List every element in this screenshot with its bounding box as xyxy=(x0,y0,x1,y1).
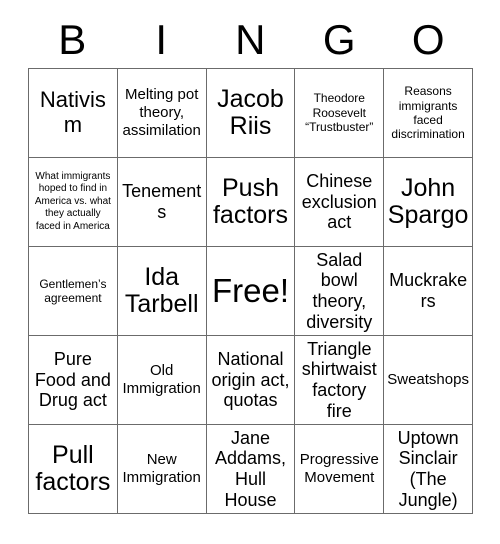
bingo-cell-r2-c2[interactable]: Tenements xyxy=(117,158,207,247)
bingo-grid: Nativism Melting pot theory, assimilation… xyxy=(28,68,473,514)
bingo-cell-r1-c4[interactable]: Theodore Roosevelt “Trustbuster” xyxy=(295,69,385,158)
bingo-cell-label: Old Immigration xyxy=(122,362,201,397)
bingo-cell-label: Jacob Riis xyxy=(217,84,284,140)
bingo-header-letter-b: B xyxy=(58,16,87,63)
bingo-cell-label: Free! xyxy=(211,272,289,310)
bingo-header-row: BINGO xyxy=(28,12,473,68)
bingo-cell-r4-c1[interactable]: Pure Food and Drug act xyxy=(29,336,118,425)
bingo-cell-r5-c4[interactable]: Progressive Movement xyxy=(295,425,385,514)
bingo-cell-r3-c4[interactable]: Salad bowl theory, diversity xyxy=(295,247,385,336)
bingo-cell-label: Gentlemen’s agreement xyxy=(39,276,107,305)
bingo-cell-r4-c4[interactable]: Triangle shirtwaist factory fire xyxy=(295,336,385,425)
bingo-cell-r2-c4[interactable]: Chinese exclusion act xyxy=(295,158,385,247)
bingo-cell-label: Melting pot theory, assimilation xyxy=(122,86,201,139)
bingo-cell-r1-c1[interactable]: Nativism xyxy=(29,69,118,158)
bingo-cell-r5-c3[interactable]: Jane Addams, Hull House xyxy=(206,425,296,514)
bingo-cell-label: Progressive Movement xyxy=(299,451,379,486)
bingo-free-space[interactable]: Free! xyxy=(206,247,296,336)
bingo-cell-r1-c5[interactable]: Reasons immigrants faced discrimination xyxy=(384,69,473,158)
bingo-card: B I N G O Nativism Melting pot theory, assimi… xyxy=(0,0,500,544)
bingo-cell-r1-c3[interactable]: Jacob Riis xyxy=(206,69,296,158)
bingo-cell-r2-c5[interactable]: John Spargo xyxy=(384,158,473,247)
bingo-cell-label: Reasons immigrants faced discrimination xyxy=(391,84,465,142)
bingo-header-letter-i: I xyxy=(155,16,168,63)
bingo-header-letter-g: G xyxy=(322,16,357,63)
bingo-cell-label: Chinese exclusion act xyxy=(301,170,377,233)
bingo-cell-r3-c2[interactable]: Ida Tarbell xyxy=(117,247,207,336)
bingo-cell-label: Uptown Sinclair (The Jungle) xyxy=(397,427,459,510)
bingo-cell-r4-c5[interactable]: Sweatshops xyxy=(384,336,473,425)
bingo-cell-r2-c3[interactable]: Push factors xyxy=(206,158,296,247)
bingo-cell-label: What immigrants hoped to find in America… xyxy=(34,170,111,232)
bingo-cell-r5-c5[interactable]: Uptown Sinclair (The Jungle) xyxy=(384,425,473,514)
bingo-cell-label: New Immigration xyxy=(122,451,201,486)
bingo-cell-label: Sweatshops xyxy=(387,371,469,389)
bingo-cell-label: Salad bowl theory, diversity xyxy=(306,249,373,332)
bingo-cell-label: John Spargo xyxy=(387,173,469,229)
bingo-cell-r3-c1[interactable]: Gentlemen’s agreement xyxy=(29,247,118,336)
bingo-cell-label: Jane Addams, Hull House xyxy=(214,427,287,510)
bingo-cell-r2-c1[interactable]: What immigrants hoped to find in America… xyxy=(29,158,118,247)
bingo-header-letter-n: N xyxy=(235,16,266,63)
bingo-cell-r5-c1[interactable]: Pull factors xyxy=(29,425,118,514)
bingo-cell-r1-c2[interactable]: Melting pot theory, assimilation xyxy=(117,69,207,158)
bingo-cell-label: Muckrakers xyxy=(389,270,468,311)
bingo-cell-label: Tenements xyxy=(122,181,202,222)
bingo-cell-label: Theodore Roosevelt “Trustbuster” xyxy=(305,91,374,135)
bingo-cell-r5-c2[interactable]: New Immigration xyxy=(117,425,207,514)
bingo-cell-label: National origin act, quotas xyxy=(211,348,290,411)
bingo-cell-label: Push factors xyxy=(212,173,288,229)
bingo-cell-label: Nativism xyxy=(39,87,106,137)
bingo-cell-r4-c3[interactable]: National origin act, quotas xyxy=(206,336,296,425)
bingo-cell-label: Ida Tarbell xyxy=(124,262,199,318)
bingo-cell-r3-c5[interactable]: Muckrakers xyxy=(384,247,473,336)
bingo-cell-label: Triangle shirtwaist factory fire xyxy=(301,338,377,421)
bingo-cell-label: Pull factors xyxy=(35,440,111,496)
bingo-cell-label: Pure Food and Drug act xyxy=(34,348,111,411)
bingo-cell-r4-c2[interactable]: Old Immigration xyxy=(117,336,207,425)
bingo-header-letter-o: O xyxy=(411,16,446,63)
